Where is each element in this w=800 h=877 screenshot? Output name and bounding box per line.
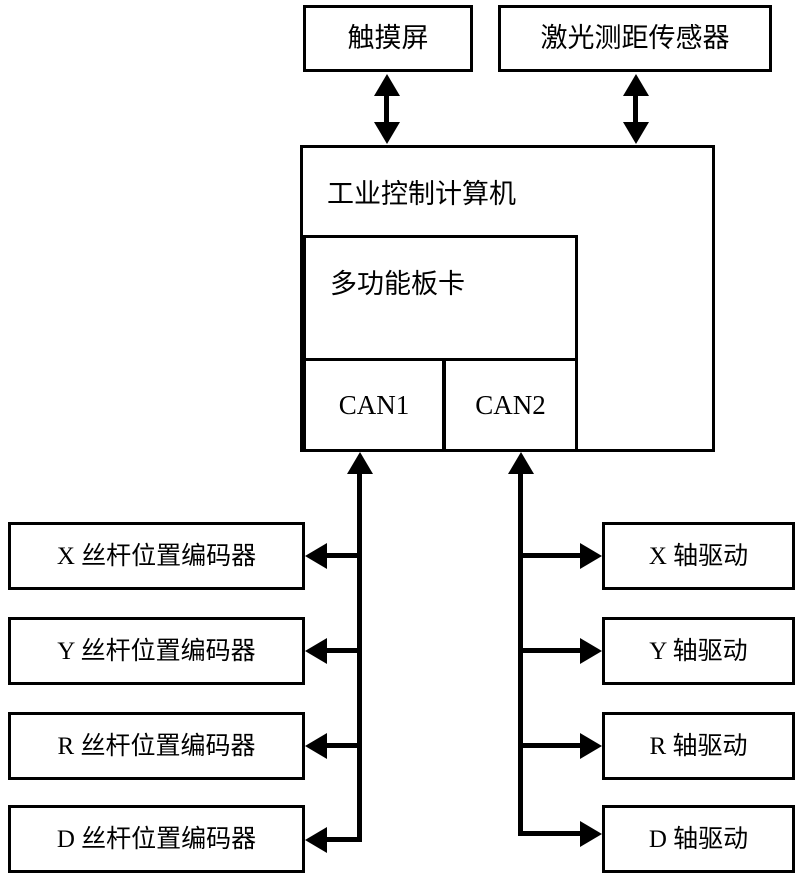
block-diagram-canvas: 触摸屏 激光测距传感器 工业控制计算机 多功能板卡 CAN1 CAN2 X 丝杆…	[0, 0, 800, 877]
touchscreen-box: 触摸屏	[303, 5, 473, 72]
can2-label: CAN2	[475, 389, 546, 420]
encoder-d-link-arrow	[305, 827, 327, 853]
laser-range-sensor-box: 激光测距传感器	[498, 5, 772, 72]
can1-bus-line	[357, 470, 362, 842]
laser-link-arrow-down	[623, 122, 649, 144]
drive-d-link-arrow	[580, 821, 602, 847]
drive-r-link-line	[518, 743, 582, 748]
encoder-d-label: D 丝杆位置编码器	[56, 825, 257, 853]
encoder-x-link-line	[327, 553, 359, 558]
touchscreen-label: 触摸屏	[347, 23, 429, 53]
drive-x-box: X 轴驱动	[602, 522, 795, 590]
encoder-y-box: Y 丝杆位置编码器	[8, 617, 305, 685]
drive-y-link-arrow	[580, 638, 602, 664]
encoder-y-link-arrow	[305, 638, 327, 664]
can2-port-box: CAN2	[443, 358, 578, 452]
encoder-r-link-arrow	[305, 733, 327, 759]
drive-x-link-arrow	[580, 543, 602, 569]
drive-y-box: Y 轴驱动	[602, 617, 795, 685]
drive-r-box: R 轴驱动	[602, 712, 795, 780]
multifunction-board-label: 多功能板卡	[330, 269, 465, 299]
encoder-x-box: X 丝杆位置编码器	[8, 522, 305, 590]
encoder-x-label: X 丝杆位置编码器	[56, 542, 257, 570]
encoder-y-link-line	[327, 648, 359, 653]
encoder-x-link-arrow	[305, 543, 327, 569]
encoder-r-box: R 丝杆位置编码器	[8, 712, 305, 780]
encoder-y-label: Y 丝杆位置编码器	[57, 637, 256, 665]
drive-d-link-line	[518, 831, 582, 836]
can1-label: CAN1	[338, 389, 410, 420]
drive-d-label: D 轴驱动	[648, 825, 749, 853]
industrial-control-computer-label: 工业控制计算机	[327, 179, 516, 209]
encoder-d-box: D 丝杆位置编码器	[8, 805, 305, 873]
drive-y-label: Y 轴驱动	[649, 637, 748, 665]
encoder-r-link-line	[327, 743, 359, 748]
encoder-d-link-line	[327, 837, 359, 842]
can2-bus-line	[518, 470, 523, 836]
drive-y-link-line	[518, 648, 582, 653]
encoder-r-label: R 丝杆位置编码器	[57, 732, 256, 760]
laser-range-sensor-label: 激光测距传感器	[540, 23, 730, 53]
drive-x-label: X 轴驱动	[648, 542, 749, 570]
drive-r-label: R 轴驱动	[649, 732, 748, 760]
can1-port-box: CAN1	[303, 358, 445, 452]
drive-d-box: D 轴驱动	[602, 805, 795, 873]
drive-r-link-arrow	[580, 733, 602, 759]
drive-x-link-line	[518, 553, 582, 558]
touchscreen-link-arrow-down	[374, 122, 400, 144]
